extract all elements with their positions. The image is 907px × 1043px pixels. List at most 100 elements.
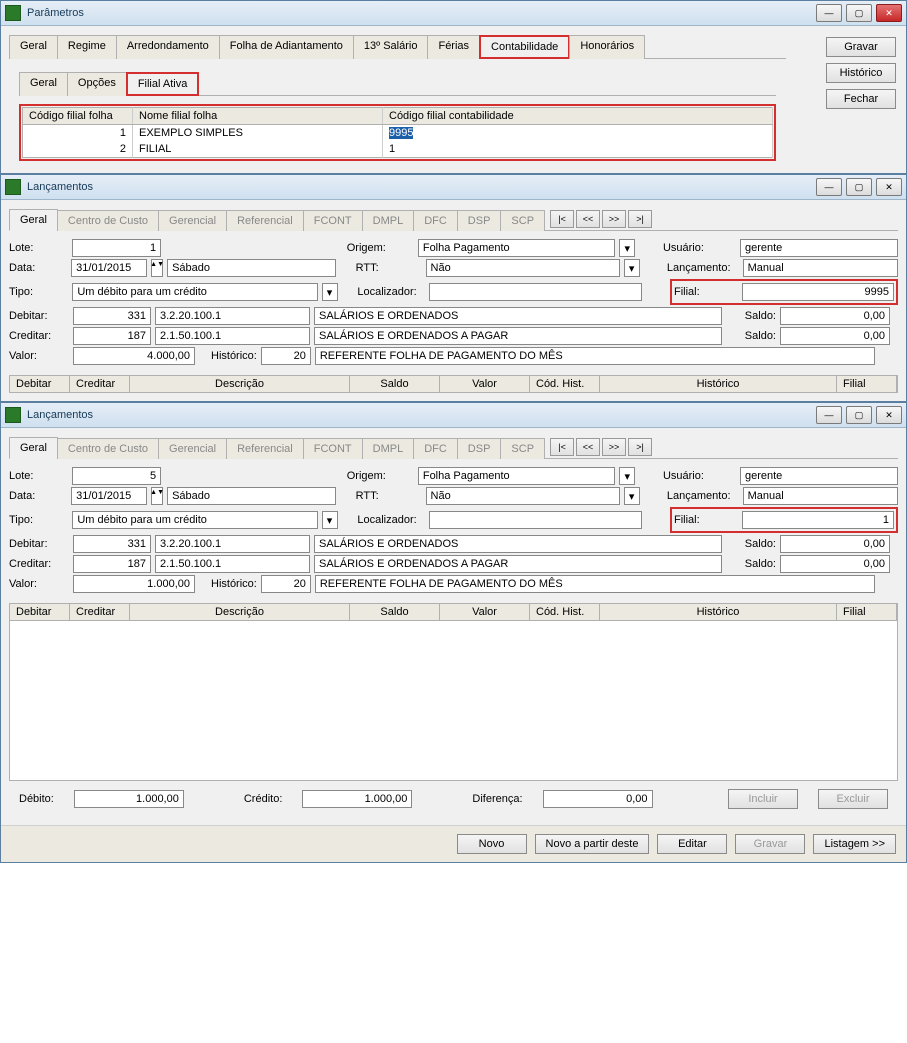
label-valor: Valor: — [9, 578, 69, 590]
valor-input[interactable]: 1.000,00 — [73, 575, 195, 593]
rtt-select[interactable]: Não — [426, 259, 620, 277]
tab-inner-geral[interactable]: Geral — [19, 72, 68, 96]
table-row[interactable]: 2 FILIAL 1 — [23, 141, 773, 158]
tab-scp[interactable]: SCP — [500, 210, 545, 231]
historico-text[interactable]: REFERENTE FOLHA DE PAGAMENTO DO MÊS — [315, 347, 875, 365]
data-input[interactable]: 31/01/2015 — [71, 487, 147, 505]
historico-button[interactable]: Histórico — [826, 63, 896, 83]
debitar-conta[interactable]: 3.2.20.100.1 — [155, 535, 310, 553]
close-button[interactable]: ✕ — [876, 4, 902, 22]
tab-centro[interactable]: Centro de Custo — [57, 210, 159, 231]
tab-scp[interactable]: SCP — [500, 438, 545, 459]
nav-next[interactable]: >> — [602, 210, 626, 228]
nav-last[interactable]: >| — [628, 210, 652, 228]
tab-regime[interactable]: Regime — [57, 35, 117, 59]
chevron-down-icon[interactable]: ▾ — [624, 259, 640, 277]
localizador-input[interactable] — [429, 511, 643, 529]
close-button[interactable]: ✕ — [876, 178, 902, 196]
detail-grid[interactable] — [9, 621, 898, 781]
tipo-select[interactable]: Um débito para um crédito — [72, 511, 317, 529]
origem-select[interactable]: Folha Pagamento — [418, 467, 615, 485]
nav-first[interactable]: |< — [550, 210, 574, 228]
data-input[interactable]: 31/01/2015 — [71, 259, 147, 277]
tab-gerencial[interactable]: Gerencial — [158, 438, 227, 459]
maximize-button[interactable]: ▢ — [846, 406, 872, 424]
creditar-num[interactable]: 187 — [73, 327, 151, 345]
tab-fcont[interactable]: FCONT — [303, 210, 363, 231]
date-spinner[interactable]: ▲▼ — [151, 259, 163, 277]
nav-prev[interactable]: << — [576, 438, 600, 456]
excluir-button[interactable]: Excluir — [818, 789, 888, 809]
novo-a-partir-button[interactable]: Novo a partir deste — [535, 834, 650, 854]
tab-inner-filial[interactable]: Filial Ativa — [126, 72, 200, 96]
incluir-button[interactable]: Incluir — [728, 789, 798, 809]
nav-next[interactable]: >> — [602, 438, 626, 456]
tab-folha[interactable]: Folha de Adiantamento — [219, 35, 354, 59]
minimize-button[interactable]: — — [816, 4, 842, 22]
date-spinner[interactable]: ▲▼ — [151, 487, 163, 505]
historico-text[interactable]: REFERENTE FOLHA DE PAGAMENTO DO MÊS — [315, 575, 875, 593]
chevron-down-icon[interactable]: ▾ — [322, 511, 338, 529]
tab-dsp[interactable]: DSP — [457, 210, 502, 231]
lote-input[interactable]: 5 — [72, 467, 161, 485]
maximize-button[interactable]: ▢ — [846, 178, 872, 196]
tab-referencial[interactable]: Referencial — [226, 438, 304, 459]
tab-dmpl[interactable]: DMPL — [362, 438, 415, 459]
novo-button[interactable]: Novo — [457, 834, 527, 854]
fechar-button[interactable]: Fechar — [826, 89, 896, 109]
label-usuario: Usuário: — [663, 242, 736, 254]
label-localizador: Localizador: — [357, 286, 424, 298]
maximize-button[interactable]: ▢ — [846, 4, 872, 22]
historico-num[interactable]: 20 — [261, 347, 311, 365]
creditar-num[interactable]: 187 — [73, 555, 151, 573]
debitar-conta[interactable]: 3.2.20.100.1 — [155, 307, 310, 325]
minimize-button[interactable]: — — [816, 406, 842, 424]
tab-ferias[interactable]: Férias — [427, 35, 480, 59]
debitar-num[interactable]: 331 — [73, 307, 151, 325]
lote-input[interactable]: 1 — [72, 239, 161, 257]
tab-inner-opcoes[interactable]: Opções — [67, 72, 127, 96]
creditar-conta[interactable]: 2.1.50.100.1 — [155, 327, 310, 345]
tab-dmpl[interactable]: DMPL — [362, 210, 415, 231]
chevron-down-icon[interactable]: ▾ — [619, 467, 635, 485]
tab-referencial[interactable]: Referencial — [226, 210, 304, 231]
valor-input[interactable]: 4.000,00 — [73, 347, 195, 365]
tab-fcont[interactable]: FCONT — [303, 438, 363, 459]
nav-prev[interactable]: << — [576, 210, 600, 228]
table-row[interactable]: 1 EXEMPLO SIMPLES 9995 — [23, 125, 773, 142]
tab-arredondamento[interactable]: Arredondamento — [116, 35, 220, 59]
tab-dsp[interactable]: DSP — [457, 438, 502, 459]
tab-contabilidade[interactable]: Contabilidade — [479, 35, 570, 59]
origem-select[interactable]: Folha Pagamento — [418, 239, 615, 257]
localizador-input[interactable] — [429, 283, 643, 301]
tab-centro[interactable]: Centro de Custo — [57, 438, 159, 459]
gravar-button[interactable]: Gravar — [826, 37, 896, 57]
tab-dfc[interactable]: DFC — [413, 210, 458, 231]
historico-num[interactable]: 20 — [261, 575, 311, 593]
chevron-down-icon[interactable]: ▾ — [619, 239, 635, 257]
listagem-button[interactable]: Listagem >> — [813, 834, 896, 854]
tab-geral[interactable]: Geral — [9, 209, 58, 231]
chevron-down-icon[interactable]: ▾ — [624, 487, 640, 505]
tipo-select[interactable]: Um débito para um crédito — [72, 283, 317, 301]
filial-table[interactable]: Código filial folha Nome filial folha Có… — [22, 107, 773, 158]
chevron-down-icon[interactable]: ▾ — [322, 283, 338, 301]
minimize-button[interactable]: — — [816, 178, 842, 196]
tab-gerencial[interactable]: Gerencial — [158, 210, 227, 231]
gravar-button[interactable]: Gravar — [735, 834, 805, 854]
creditar-conta[interactable]: 2.1.50.100.1 — [155, 555, 310, 573]
tab-honorarios[interactable]: Honorários — [569, 35, 645, 59]
editar-button[interactable]: Editar — [657, 834, 727, 854]
tab-geral[interactable]: Geral — [9, 35, 58, 59]
tab-dfc[interactable]: DFC — [413, 438, 458, 459]
debitar-num[interactable]: 331 — [73, 535, 151, 553]
diferenca-total: 0,00 — [543, 790, 653, 808]
detail-grid-header: Debitar Creditar Descrição Saldo Valor C… — [9, 603, 898, 621]
nav-last[interactable]: >| — [628, 438, 652, 456]
close-button[interactable]: ✕ — [876, 406, 902, 424]
nav-first[interactable]: |< — [550, 438, 574, 456]
rtt-select[interactable]: Não — [426, 487, 620, 505]
tab-13salario[interactable]: 13º Salário — [353, 35, 429, 59]
tab-geral[interactable]: Geral — [9, 437, 58, 459]
label-historico: Histórico: — [211, 350, 257, 362]
